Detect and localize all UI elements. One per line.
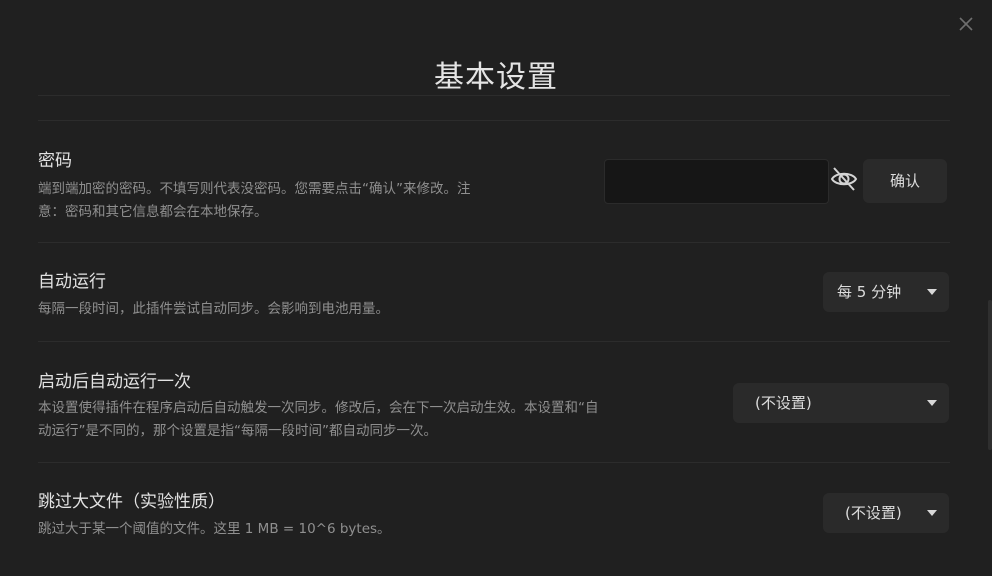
auto-run-select[interactable]: 每 5 分钟	[823, 272, 949, 312]
divider	[38, 242, 950, 243]
eye-off-icon[interactable]	[829, 164, 859, 194]
skip-large-files-select[interactable]: (不设置)	[823, 493, 949, 533]
divider	[38, 95, 950, 96]
description-line: 意：密码和其它信息都会在本地保存。	[38, 204, 268, 220]
setting-auto-run: 自动运行 每隔一段时间，此插件尝试自动同步。会影响到电池用量。	[38, 267, 950, 321]
setting-description: 跳过大于某一个阈值的文件。这里 1 MB = 10^6 bytes。	[38, 518, 950, 541]
setting-description: 每隔一段时间，此插件尝试自动同步。会影响到电池用量。	[38, 298, 950, 321]
password-input[interactable]	[604, 159, 829, 204]
settings-modal: 基本设置 密码 端到端加密的密码。不填写则代表没密码。您需要点击“确认”来修改。…	[0, 0, 992, 576]
chevron-down-icon	[927, 510, 937, 516]
divider	[38, 462, 950, 463]
select-value: (不设置)	[845, 504, 902, 522]
scrollbar[interactable]	[988, 300, 992, 450]
startup-run-select[interactable]: (不设置)	[733, 383, 949, 423]
divider	[38, 341, 950, 342]
select-value: (不设置)	[755, 394, 812, 412]
divider	[38, 120, 950, 121]
setting-name: 自动运行	[38, 272, 106, 292]
select-value: 每 5 分钟	[837, 283, 902, 301]
close-icon[interactable]	[956, 14, 976, 34]
setting-name: 跳过大文件（实验性质）	[38, 492, 225, 512]
modal-title: 基本设置	[434, 60, 558, 95]
setting-skip-large-files: 跳过大文件（实验性质） 跳过大于某一个阈值的文件。这里 1 MB = 10^6 …	[38, 487, 950, 541]
confirm-button[interactable]: 确认	[863, 159, 947, 203]
description-line: 每隔一段时间，此插件尝试自动同步。会影响到电池用量。	[38, 301, 389, 317]
description-line: 跳过大于某一个阈值的文件。这里 1 MB = 10^6 bytes。	[38, 521, 391, 537]
chevron-down-icon	[927, 400, 937, 406]
chevron-down-icon	[927, 289, 937, 295]
description-line: 动运行”是不同的，那个设置是指“每隔一段时间”都自动同步一次。	[38, 423, 437, 439]
